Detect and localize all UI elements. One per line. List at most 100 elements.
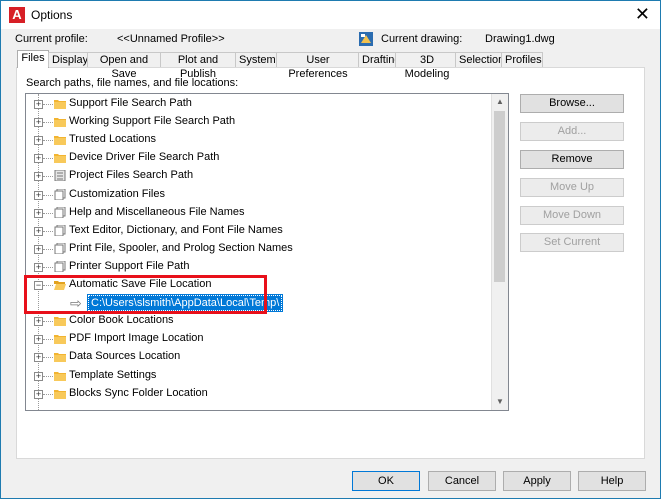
tree-item-text-editor-dictionary-and-font-file-names[interactable]: + Text Editor, Dictionary, and Font File … (26, 222, 491, 240)
tree-item-blocks-sync-folder-location[interactable]: + Blocks Sync Folder Location (26, 385, 491, 403)
folder-icon (54, 152, 66, 164)
tree-item-label: PDF Import Image Location (69, 332, 204, 345)
ok-button[interactable]: OK (352, 471, 420, 491)
tree-connector (43, 393, 53, 395)
tree-connector (43, 140, 53, 142)
current-profile-value: <<Unnamed Profile>> (117, 33, 225, 45)
expand-icon[interactable]: + (34, 190, 43, 200)
tree-item-label: Working Support File Search Path (69, 115, 236, 128)
tree-item-device-driver-file-search-path[interactable]: + Device Driver File Search Path (26, 149, 491, 167)
browse-button[interactable]: Browse... (520, 94, 624, 113)
move-up-button[interactable]: Move Up (520, 178, 624, 197)
cancel-button[interactable]: Cancel (428, 471, 496, 491)
expand-icon[interactable]: + (34, 353, 43, 363)
search-paths-label: Search paths, file names, and file locat… (26, 77, 239, 89)
folder-icon (54, 315, 66, 327)
remove-button[interactable]: Remove (520, 150, 624, 169)
document-stack-icon (54, 260, 66, 273)
tree-connector (43, 230, 53, 232)
tab-plot-and-publish[interactable]: Plot and Publish (160, 52, 236, 80)
tab-files[interactable]: Files (17, 50, 49, 68)
scroll-up-arrow-icon[interactable]: ▲ (492, 94, 508, 110)
expand-icon[interactable]: + (34, 317, 43, 327)
tab-selection[interactable]: Selection (455, 52, 505, 67)
close-button[interactable]: ✕ (635, 4, 650, 25)
tab-3d-modeling[interactable]: 3D Modeling (395, 52, 459, 80)
tree-connector (43, 194, 53, 196)
help-button[interactable]: Help (578, 471, 646, 491)
folder-icon (54, 333, 66, 345)
expand-icon[interactable]: + (34, 262, 43, 272)
tree-item-label: Print File, Spooler, and Prolog Section … (69, 241, 293, 254)
file-locations-tree[interactable]: + Support File Search Path + Working Suppor… (25, 93, 509, 411)
options-dialog: A Options ✕ Current profile: <<Unnamed P… (0, 0, 661, 499)
expand-icon[interactable]: + (34, 208, 43, 218)
expand-icon[interactable]: + (34, 335, 43, 345)
tree-item-customization-files[interactable]: + Customization Files (26, 186, 491, 204)
expand-icon[interactable]: + (34, 371, 43, 381)
tab-drafting[interactable]: Drafting (358, 52, 401, 67)
tab-system[interactable]: System (235, 52, 277, 67)
scroll-down-arrow-icon[interactable]: ▼ (492, 394, 508, 410)
expand-icon[interactable]: + (34, 154, 43, 164)
project-files-icon (54, 169, 66, 182)
tree-connector (43, 339, 53, 341)
tree-connector (43, 248, 53, 250)
tree-item-label: Trusted Locations (69, 133, 157, 146)
tree-item-working-support-file-search-path[interactable]: + Working Support File Search Path (26, 113, 491, 131)
browse-button-label: Browse... (549, 97, 595, 109)
tree-item-template-settings[interactable]: + Template Settings (26, 367, 491, 385)
tree-item-help-and-miscellaneous-file-names[interactable]: + Help and Miscellaneous File Names (26, 204, 491, 222)
document-stack-icon (54, 188, 66, 200)
expand-icon[interactable]: + (34, 244, 43, 254)
document-stack-icon (54, 242, 66, 255)
expand-icon[interactable]: + (34, 100, 43, 109)
move-down-button[interactable]: Move Down (520, 206, 624, 225)
tab-open-and-save[interactable]: Open and Save (87, 52, 161, 80)
tree-item-label: Blocks Sync Folder Location (69, 386, 208, 399)
remove-button-label: Remove (551, 153, 593, 165)
tree-item-label: Project Files Search Path (69, 169, 194, 182)
tree-item-print-file-spooler-and-prolog-section-names[interactable]: + Print File, Spooler, and Prolog Section… (26, 240, 491, 258)
tree-item-trusted-locations[interactable]: + Trusted Locations (26, 131, 491, 149)
expand-icon[interactable]: + (34, 226, 43, 236)
tab-user-preferences[interactable]: User Preferences (276, 52, 360, 80)
tree-item-printer-support-file-path[interactable]: + Printer Support File Path (26, 258, 491, 276)
tree-item-data-sources-location[interactable]: + Data Sources Location (26, 348, 491, 366)
document-stack-icon (54, 224, 66, 237)
tree-item-label: Template Settings (69, 368, 157, 381)
tree-item-label: Device Driver File Search Path (69, 151, 220, 164)
tree-item-label: Color Book Locations (69, 314, 174, 327)
tree-item-support-file-search-path[interactable]: + Support File Search Path (26, 95, 491, 113)
folder-icon (54, 98, 66, 109)
expand-icon[interactable]: + (34, 389, 43, 399)
tree-item-label: Text Editor, Dictionary, and Font File N… (69, 223, 283, 236)
folder-icon (54, 370, 66, 381)
tab-display[interactable]: Display (48, 52, 88, 67)
tree-connector (43, 357, 53, 359)
add-button[interactable]: Add... (520, 122, 624, 141)
tree-item-label: Data Sources Location (69, 350, 181, 363)
folder-icon (54, 388, 66, 399)
expand-icon[interactable]: + (34, 172, 43, 182)
apply-button[interactable]: Apply (503, 471, 571, 491)
window-title: Options (31, 8, 73, 22)
expand-icon[interactable]: + (34, 136, 43, 146)
set-current-button-label: Set Current (543, 236, 601, 248)
tree-item-pdf-import-image-location[interactable]: + PDF Import Image Location (26, 330, 491, 348)
set-current-button[interactable]: Set Current (520, 233, 624, 252)
drawing-icon (359, 32, 373, 46)
tree-connector (43, 266, 53, 268)
tree-item-label: Customization Files (69, 187, 165, 200)
tree-scrollbar[interactable]: ▲ ▼ (491, 94, 508, 410)
scrollbar-thumb[interactable] (494, 111, 505, 282)
tree-item-color-book-locations[interactable]: + Color Book Locations (26, 312, 491, 330)
tab-profiles[interactable]: Profiles (501, 52, 543, 67)
expand-icon[interactable]: + (34, 118, 43, 128)
tree-item-label: Printer Support File Path (69, 259, 190, 272)
tree-connector (43, 321, 53, 323)
tree-item-project-files-search-path[interactable]: + Project Files Search Path (26, 167, 491, 185)
folder-icon (54, 351, 66, 363)
current-profile-label: Current profile: (15, 33, 88, 45)
tree-connector (43, 176, 53, 178)
